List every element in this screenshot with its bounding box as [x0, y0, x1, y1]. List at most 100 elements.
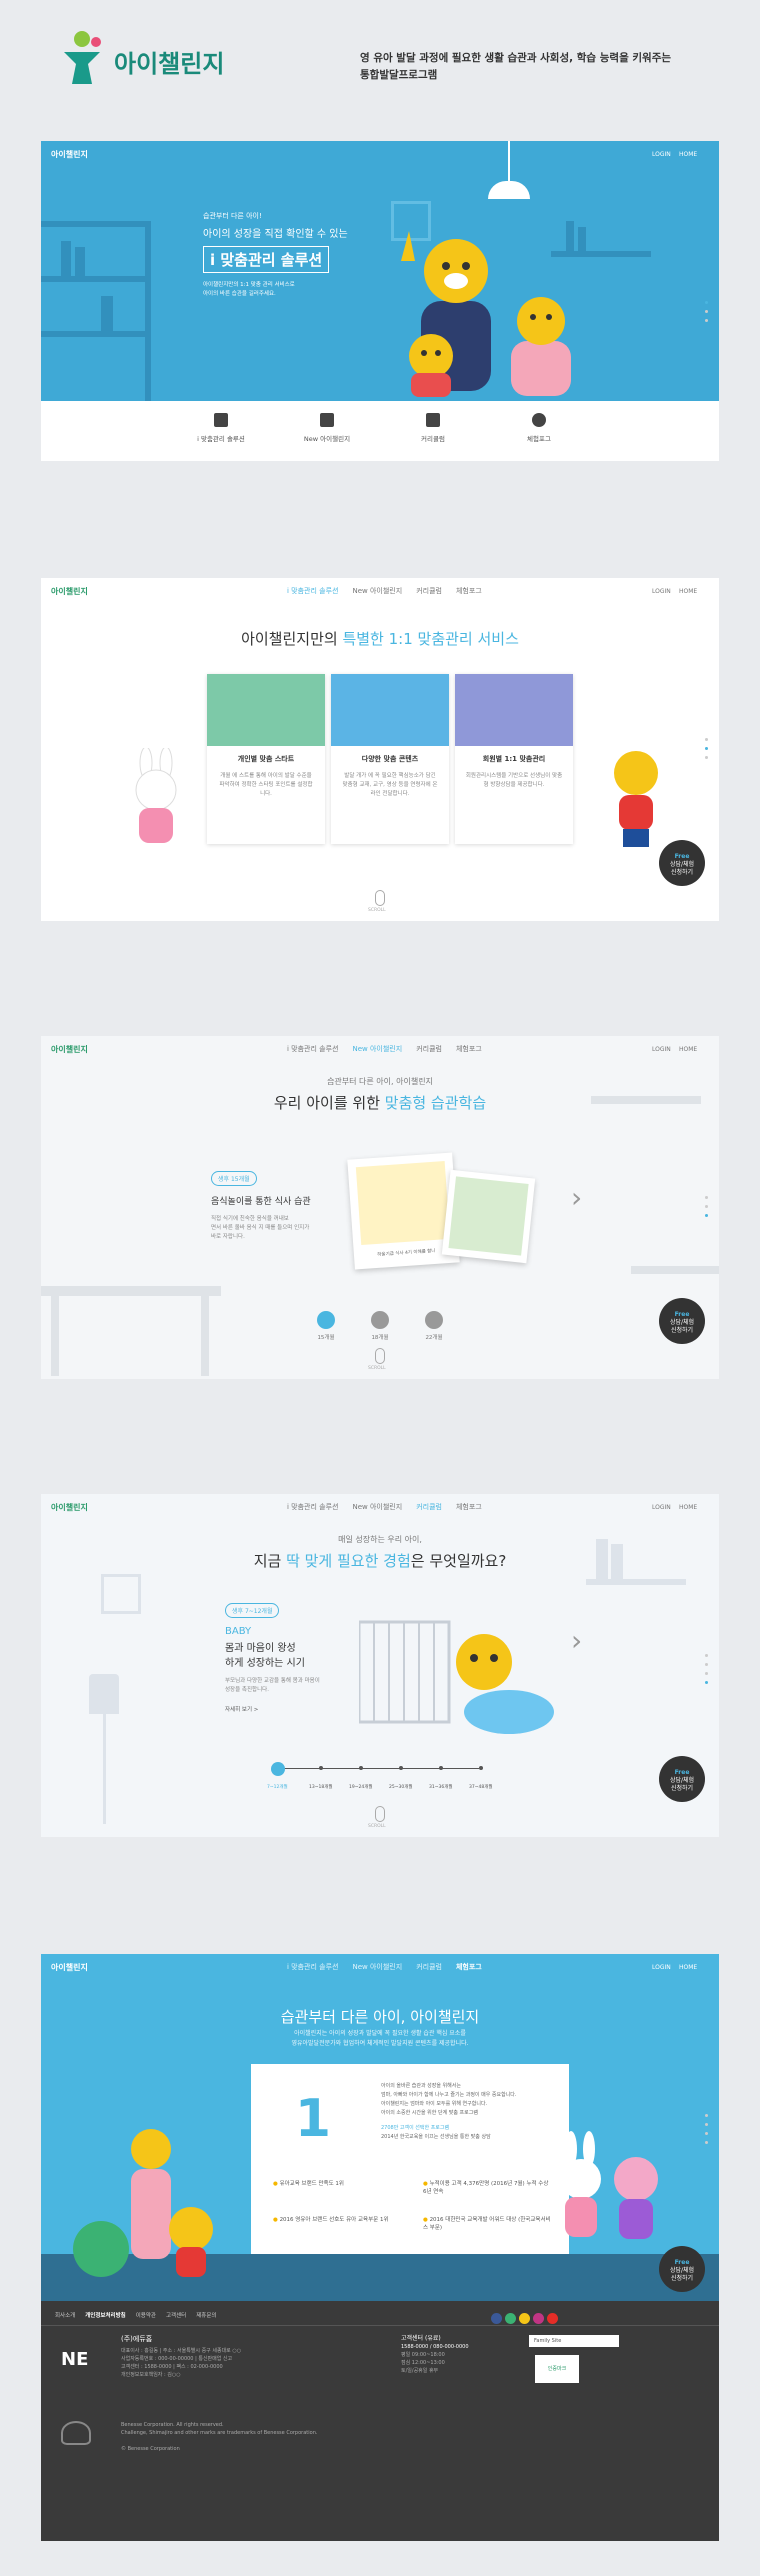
curriculum-item: 생후 7~12개월 BABY 몸과 마음이 왕성 하게 성장하는 시기 부모님과… — [225, 1598, 375, 1713]
service-card-care[interactable]: 회원별 1:1 맞춤관리 회원관리시스템을 기반으로 선생님이 맞춤형 방향상담… — [455, 674, 573, 844]
mini-logo[interactable]: 아이챌린지 — [51, 1044, 88, 1055]
service-title: 아이챌린지만의 특별한 1:1 맞춤관리 서비스 — [241, 630, 519, 648]
section-pager[interactable] — [705, 738, 709, 765]
naver-icon[interactable] — [505, 2313, 516, 2324]
kakao-icon[interactable] — [519, 2313, 530, 2324]
learning-title: 우리 아이를 위한 맞춤형 습관학습 — [273, 1094, 487, 1112]
mini-logo[interactable]: 아이챌린지 — [51, 1962, 88, 1973]
login-link[interactable]: LOGIN — [652, 588, 671, 595]
consult-button[interactable]: Free 상담/체험 신청하기 — [659, 1756, 705, 1802]
home-link[interactable]: HOME — [679, 1504, 697, 1511]
more-link[interactable]: 자세히 보기 > — [225, 1705, 375, 1713]
learning-item: 생후 15개월 음식놀이를 통한 식사 습관 직접 식기에 친숙한 음식을 꺼내… — [211, 1166, 361, 1242]
nav-curriculum[interactable]: 커리큘럼 — [416, 1502, 442, 1512]
youtube-icon[interactable] — [547, 2313, 558, 2324]
nav-trial[interactable]: 체험포그 — [456, 1044, 482, 1054]
section-pager[interactable] — [705, 1654, 709, 1690]
step-18m[interactable]: 18개월 — [365, 1311, 395, 1341]
footer-link[interactable]: 회사소개 — [55, 2311, 75, 2319]
timeline-dot[interactable] — [319, 1766, 323, 1770]
benesse-logo-icon — [61, 2421, 91, 2445]
tab-curriculum[interactable]: 커리큘럼 — [398, 413, 468, 461]
timeline-current[interactable] — [271, 1762, 285, 1776]
lamp-cord — [508, 141, 510, 181]
instagram-icon[interactable] — [533, 2313, 544, 2324]
award-item: ● 2016 영유아 브랜드 선호도 유아 교육부문 1위 — [273, 2217, 389, 2223]
nav-new-ichallenge[interactable]: New 아이챌린지 — [352, 1502, 402, 1512]
footer-link[interactable]: 고객센터 — [166, 2311, 186, 2319]
nav-trial[interactable]: 체험포그 — [456, 1502, 482, 1512]
timeline-label: 19~24개월 — [349, 1785, 373, 1790]
timeline-label: 7~12개월 — [267, 1785, 288, 1790]
hero-desc-line2: 아이의 바른 습관을 길러주세요. — [203, 291, 276, 297]
nav-new-ichallenge[interactable]: New 아이챌린지 — [352, 586, 402, 596]
mini-logo[interactable]: 아이챌린지 — [51, 586, 88, 597]
mini-logo[interactable]: 아이챌린지 — [51, 149, 88, 160]
footer-link[interactable]: 제휴문의 — [196, 2311, 216, 2319]
home-link[interactable]: HOME — [679, 588, 697, 595]
hero-pager[interactable] — [705, 301, 709, 328]
consult-button[interactable]: Free 상담/체험 신청하기 — [659, 2246, 705, 2292]
timeline-dot[interactable] — [439, 1766, 443, 1770]
home-link[interactable]: HOME — [679, 1046, 697, 1053]
scroll-label: SCROLL — [368, 1824, 386, 1829]
nav-trial[interactable]: 체험포그 — [456, 1962, 482, 1972]
tiger-family-illustration — [401, 231, 571, 397]
mouse-scroll-icon — [375, 1348, 385, 1364]
nav-new-ichallenge[interactable]: New 아이챌린지 — [352, 1044, 402, 1054]
section-pager[interactable] — [705, 1196, 709, 1223]
footer-link[interactable]: 이용약관 — [136, 2311, 156, 2319]
mini-logo[interactable]: 아이챌린지 — [51, 1502, 88, 1513]
section-pager[interactable] — [705, 2114, 709, 2159]
footer-link[interactable]: 개인정보처리방침 — [85, 2311, 125, 2319]
tab-trial[interactable]: 체험포그 — [504, 413, 574, 461]
wall-frame — [101, 1574, 141, 1614]
brand-logo[interactable]: 아이챌린지 — [58, 30, 278, 90]
nav-new-ichallenge[interactable]: New 아이챌린지 — [352, 1962, 402, 1972]
learning-item-desc: 직접 식기에 친숙한 음식을 꺼내보 면서 바른 올바 음식 지 때를 들으며 인… — [211, 1216, 310, 1240]
chevron-right-icon[interactable]: › — [571, 1181, 582, 1214]
service-card-content[interactable]: 다양한 맞춤 콘텐츠 발달 개가 에 꼭 필요한 핵심능소가 담긴 맞춤형 교재… — [331, 674, 449, 844]
award-text: 아이의 올바른 습관과 성장을 위해서는 엄마, 아빠와 아이가 함께 나누고 즐… — [381, 2083, 517, 2140]
family-site-select[interactable]: Family Site — [529, 2335, 619, 2347]
cup-icon — [317, 1311, 335, 1329]
login-link[interactable]: LOGIN — [652, 1504, 671, 1511]
timeline-dot[interactable] — [479, 1766, 483, 1770]
bookshelf-illustration — [41, 221, 153, 401]
home-link[interactable]: HOME — [679, 1964, 697, 1971]
timeline-dot[interactable] — [359, 1766, 363, 1770]
nav-trial[interactable]: 체험포그 — [456, 586, 482, 596]
brand-logo-text: 아이챌린지 — [114, 50, 225, 78]
scroll-label: SCROLL — [368, 1366, 386, 1371]
timeline-dot[interactable] — [399, 1766, 403, 1770]
step-15m[interactable]: 15개월 — [311, 1311, 341, 1341]
nav-custom-solution[interactable]: i 맞춤관리 솔루션 — [287, 1962, 338, 1972]
award-item: ● 유아교육 브랜드 만족도 1위 — [273, 2181, 344, 2187]
home-link[interactable]: HOME — [679, 151, 697, 158]
facebook-icon[interactable] — [491, 2313, 502, 2324]
nav-custom-solution[interactable]: i 맞춤관리 솔루션 — [287, 1044, 338, 1054]
nav-curriculum[interactable]: 커리큘럼 — [416, 586, 442, 596]
consult-button[interactable]: Free 상담/체험 신청하기 — [659, 840, 705, 886]
award-desc: 아이챌린지는 아이의 성장과 발달에 꼭 필요한 생활 습관 핵심 요소를 영유아… — [291, 2030, 469, 2047]
login-link[interactable]: LOGIN — [652, 1964, 671, 1971]
timeline-label: 25~30개월 — [389, 1785, 413, 1790]
plate-icon — [425, 1311, 443, 1329]
nav-curriculum[interactable]: 커리큘럼 — [416, 1044, 442, 1054]
chevron-right-icon[interactable]: › — [571, 1624, 582, 1657]
step-22m[interactable]: 22개월 — [419, 1311, 449, 1341]
chat-icon — [532, 413, 546, 427]
nav-custom-solution[interactable]: i 맞춤관리 솔루션 — [287, 1502, 338, 1512]
consult-button[interactable]: Free 상담/체험 신청하기 — [659, 1298, 705, 1344]
stage-label: BABY — [225, 1626, 252, 1637]
tab-new-ichallenge[interactable]: New 아이챌린지 — [292, 413, 362, 461]
certification-badge: 인증마크 — [535, 2355, 579, 2383]
hero-desc: 아이챌린지만의 1:1 맞춤 관리 서비스로 아이의 바른 습관을 길러주세요. — [203, 281, 403, 299]
tab-custom-solution[interactable]: i 맞춤관리 솔루션 — [186, 413, 256, 461]
service-card-start[interactable]: 개인별 맞춤 스타트 개월 에 스트를 통해 아이의 발달 수준을 파악하여 정… — [207, 674, 325, 844]
login-link[interactable]: LOGIN — [652, 151, 671, 158]
hero-line1: 아이의 성장을 직접 확인할 수 있는 — [203, 229, 348, 240]
login-link[interactable]: LOGIN — [652, 1046, 671, 1053]
nav-custom-solution[interactable]: i 맞춤관리 솔루션 — [287, 586, 338, 596]
nav-curriculum[interactable]: 커리큘럼 — [416, 1962, 442, 1972]
